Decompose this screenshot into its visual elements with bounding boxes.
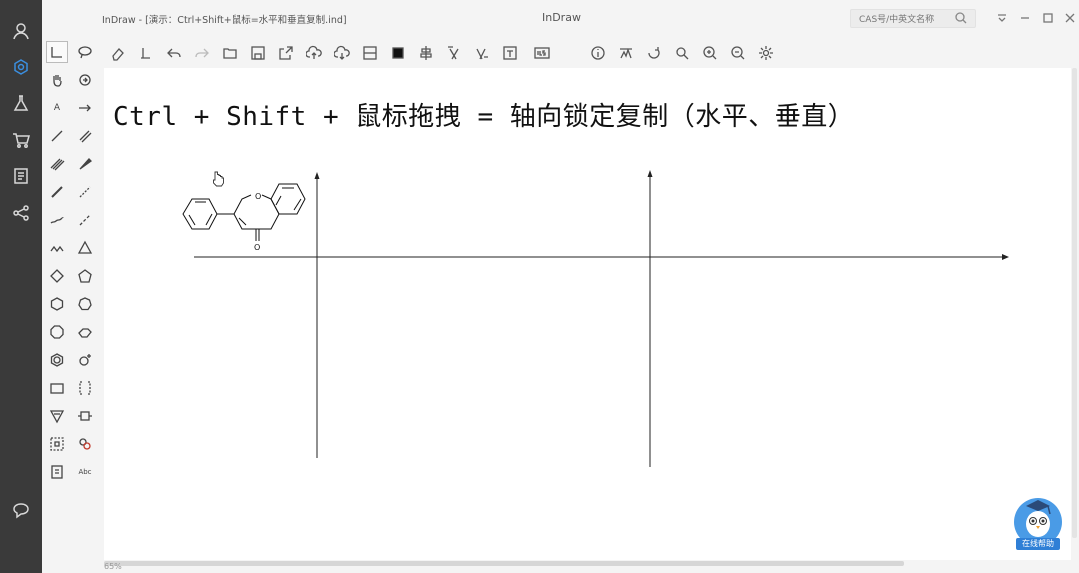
- navigation-rail: [0, 0, 42, 573]
- arrow-tool-icon[interactable]: [74, 97, 96, 119]
- export-icon[interactable]: [276, 43, 296, 63]
- owl-mascot-icon: [1014, 498, 1062, 546]
- hash-bond-icon[interactable]: [74, 181, 96, 203]
- orbital-tool-icon[interactable]: [46, 405, 68, 427]
- online-help-badge[interactable]: 在线帮助: [1010, 494, 1066, 552]
- rotate-icon[interactable]: [644, 43, 664, 63]
- tool-palette: A Abc: [42, 36, 102, 573]
- redo-icon[interactable]: [192, 43, 212, 63]
- ids-icon[interactable]: [532, 43, 552, 63]
- flavone-molecule: [182, 183, 306, 241]
- flask-icon[interactable]: [8, 90, 34, 116]
- cart-icon[interactable]: [8, 127, 34, 153]
- title-bar: InDraw - [演示：Ctrl+Shift+鼠标=水平和垂直复制.ind] …: [42, 0, 1079, 36]
- hexagon-ring-icon[interactable]: [46, 293, 68, 315]
- vertical-scrollbar[interactable]: [1072, 68, 1077, 538]
- chat-icon[interactable]: [8, 497, 34, 523]
- structure-icon[interactable]: [8, 54, 34, 80]
- charge-tool-icon[interactable]: [74, 349, 96, 371]
- search-icon[interactable]: [954, 11, 968, 25]
- text-tool-icon[interactable]: A: [46, 97, 68, 119]
- canvas-drawing: O O: [182, 170, 1009, 467]
- search-icon[interactable]: [672, 43, 692, 63]
- chain-tool-icon[interactable]: [46, 237, 68, 259]
- drawing-canvas[interactable]: Ctrl + Shift + 鼠标拖拽 = 轴向锁定复制（水平、垂直） O O: [104, 68, 1071, 560]
- online-help-label: 在线帮助: [1016, 538, 1060, 550]
- lasso-tool-icon[interactable]: [74, 41, 96, 63]
- user-icon[interactable]: [8, 18, 34, 44]
- cloud-download-icon[interactable]: [332, 43, 352, 63]
- share-icon[interactable]: [8, 200, 34, 226]
- double-bond-icon[interactable]: [74, 125, 96, 147]
- atom-map-icon[interactable]: [46, 433, 68, 455]
- triple-bond-icon[interactable]: [46, 153, 68, 175]
- horizontal-axis-arrowhead: [1002, 254, 1009, 260]
- zoom-out-icon[interactable]: [728, 43, 748, 63]
- eraser-icon[interactable]: [108, 43, 128, 63]
- close-icon[interactable]: [1062, 10, 1078, 26]
- benzene-ring-icon[interactable]: [46, 349, 68, 371]
- document-title: InDraw - [演示：Ctrl+Shift+鼠标=水平和垂直复制.ind]: [102, 15, 347, 26]
- hand-cursor-icon: [213, 171, 224, 187]
- structure-to-name-icon[interactable]: [472, 43, 492, 63]
- cloud-upload-icon[interactable]: [304, 43, 324, 63]
- group-tool-icon[interactable]: [74, 433, 96, 455]
- octagon-ring-icon[interactable]: [46, 321, 68, 343]
- info-icon[interactable]: [588, 43, 608, 63]
- dashed-bond-icon[interactable]: [74, 209, 96, 231]
- single-bond-icon[interactable]: [46, 125, 68, 147]
- maximize-icon[interactable]: [1040, 10, 1056, 26]
- zoom-in-icon[interactable]: [700, 43, 720, 63]
- vertical-axis-arrowhead-right: [647, 170, 653, 177]
- horizontal-scrollbar[interactable]: [104, 561, 904, 566]
- nmr-icon[interactable]: [616, 43, 636, 63]
- stoichiometry-icon[interactable]: [46, 461, 68, 483]
- open-icon[interactable]: [220, 43, 240, 63]
- ring-oxygen-label: O: [255, 192, 261, 201]
- rectangle-tool-icon[interactable]: [46, 377, 68, 399]
- vertical-axis-arrowhead-left: [314, 172, 320, 179]
- align-icon[interactable]: [416, 43, 436, 63]
- name-to-structure-icon[interactable]: [444, 43, 464, 63]
- save-icon[interactable]: [248, 43, 268, 63]
- undo-icon[interactable]: [164, 43, 184, 63]
- wavy-bond-icon[interactable]: [46, 209, 68, 231]
- pentagon-ring-icon[interactable]: [74, 265, 96, 287]
- zoom-level: 65%: [104, 562, 122, 571]
- notes-icon[interactable]: [8, 163, 34, 189]
- template-tool-icon[interactable]: [74, 405, 96, 427]
- bold-bond-icon[interactable]: [46, 181, 68, 203]
- layout-icon[interactable]: [360, 43, 380, 63]
- settings-icon[interactable]: [756, 43, 776, 63]
- select-tool-icon[interactable]: [46, 41, 68, 63]
- main-toolbar: [104, 40, 1064, 66]
- clear-icon[interactable]: [136, 43, 156, 63]
- square-ring-icon[interactable]: [46, 265, 68, 287]
- wedge-bond-icon[interactable]: [74, 153, 96, 175]
- bracket-tool-icon[interactable]: [74, 377, 96, 399]
- abbreviation-tool-icon[interactable]: Abc: [74, 461, 96, 483]
- heptagon-ring-icon[interactable]: [74, 293, 96, 315]
- cyclohexane-chair-icon[interactable]: [74, 321, 96, 343]
- minimize-icon[interactable]: [1017, 10, 1033, 26]
- carbonyl-oxygen-label: O: [254, 243, 260, 252]
- triangle-ring-icon[interactable]: [74, 237, 96, 259]
- hand-tool-icon[interactable]: [46, 69, 68, 91]
- rotate-tool-icon[interactable]: [74, 69, 96, 91]
- menu-icon[interactable]: [994, 10, 1010, 26]
- color-icon[interactable]: [388, 43, 408, 63]
- text-icon[interactable]: [500, 43, 520, 63]
- app-name: InDraw: [542, 11, 581, 24]
